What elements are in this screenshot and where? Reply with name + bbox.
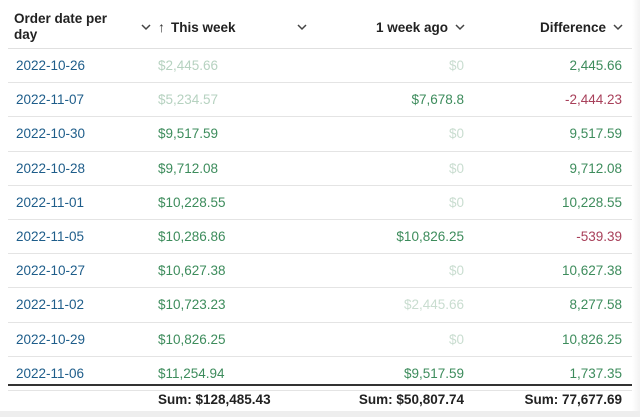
sum-difference: Sum: 77,677.69 <box>524 391 622 407</box>
column-header-label: Order date per day <box>14 11 108 42</box>
column-header-label: This week <box>171 19 236 35</box>
sum-this-week: Sum: $128,485.43 <box>158 391 271 407</box>
right-edge <box>632 0 640 417</box>
week-ago-cell: $0 <box>448 331 464 347</box>
week-ago-cell: $7,678.8 <box>411 92 464 108</box>
chevron-down-icon[interactable] <box>140 21 152 33</box>
sort-ascending-icon: ↑ <box>158 19 165 35</box>
table-row: 2022-11-01 $10,228.55 $0 10,228.55 <box>8 186 632 220</box>
this-week-cell: $10,826.25 <box>158 331 226 347</box>
table-footer: Sum: $128,485.43 Sum: $50,807.74 Sum: 77… <box>8 384 632 413</box>
date-cell[interactable]: 2022-11-02 <box>16 288 84 321</box>
column-header-label: Difference <box>539 19 606 35</box>
this-week-cell: $9,712.08 <box>158 160 219 176</box>
this-week-cell: $5,234.57 <box>158 92 219 108</box>
column-header-week-ago[interactable]: 1 week ago <box>318 6 466 48</box>
difference-cell: 10,228.55 <box>561 194 622 210</box>
table-row: 2022-10-27 $10,627.38 $0 10,627.38 <box>8 254 632 289</box>
difference-cell: 2,445.66 <box>569 58 622 73</box>
date-cell[interactable]: 2022-10-29 <box>16 323 85 356</box>
difference-cell: 9,712.08 <box>569 160 622 176</box>
difference-cell: 10,826.25 <box>561 331 622 347</box>
this-week-cell: $9,517.59 <box>158 126 219 142</box>
table-row: 2022-10-29 $10,826.25 $0 10,826.25 <box>8 323 632 357</box>
this-week-cell: $2,445.66 <box>158 58 219 73</box>
table-header: Order date per day ↑ This week 1 week ag… <box>8 6 632 49</box>
table-body: 2022-10-26 $2,445.66 $0 2,445.66 2022-11… <box>8 49 632 391</box>
this-week-cell: $10,627.38 <box>158 263 226 279</box>
week-ago-cell: $0 <box>448 194 464 210</box>
difference-cell: -539.39 <box>576 228 622 244</box>
difference-cell: 10,627.38 <box>561 263 622 279</box>
table-row: 2022-11-07 $5,234.57 $7,678.8 -2,444.23 <box>8 83 632 118</box>
table-row: 2022-10-28 $9,712.08 $0 9,712.08 <box>8 152 632 186</box>
this-week-cell: $10,286.86 <box>158 228 226 244</box>
table-widget: Order date per day ↑ This week 1 week ag… <box>0 0 640 417</box>
column-header-difference[interactable]: Difference <box>472 6 624 48</box>
chevron-down-icon[interactable] <box>612 21 624 33</box>
column-header-label: 1 week ago <box>375 19 448 35</box>
week-ago-cell: $0 <box>448 160 464 176</box>
column-header-order-date[interactable]: Order date per day <box>14 6 154 48</box>
date-cell[interactable]: 2022-11-07 <box>16 83 84 116</box>
date-cell[interactable]: 2022-10-30 <box>16 117 85 150</box>
date-cell[interactable]: 2022-11-01 <box>16 186 84 219</box>
this-week-cell: $10,228.55 <box>158 194 226 210</box>
top-edge <box>0 0 640 5</box>
week-ago-cell: $0 <box>448 58 464 73</box>
bottom-edge <box>0 411 640 417</box>
date-cell[interactable]: 2022-10-26 <box>16 49 85 82</box>
difference-cell: 8,277.58 <box>569 297 622 313</box>
table-row: 2022-10-26 $2,445.66 $0 2,445.66 <box>8 49 632 84</box>
chevron-down-icon[interactable] <box>454 21 466 33</box>
week-ago-cell: $10,826.25 <box>396 228 464 244</box>
this-week-cell: $10,723.23 <box>158 297 226 313</box>
date-cell[interactable]: 2022-10-28 <box>16 152 85 185</box>
week-ago-cell: $0 <box>448 126 464 142</box>
table-row: 2022-11-05 $10,286.86 $10,826.25 -539.39 <box>8 220 632 255</box>
chevron-down-icon[interactable] <box>296 21 308 33</box>
date-cell[interactable]: 2022-10-27 <box>16 254 85 287</box>
week-ago-cell: $2,445.66 <box>403 297 464 313</box>
table-row: 2022-10-30 $9,517.59 $0 9,517.59 <box>8 117 632 152</box>
date-cell[interactable]: 2022-11-05 <box>16 220 84 253</box>
difference-cell: 9,517.59 <box>569 126 622 142</box>
sum-week-ago: Sum: $50,807.74 <box>358 391 464 407</box>
week-ago-cell: $0 <box>448 263 464 279</box>
table-row: 2022-11-02 $10,723.23 $2,445.66 8,277.58 <box>8 288 632 323</box>
column-header-this-week[interactable]: ↑ This week <box>158 6 308 48</box>
difference-cell: -2,444.23 <box>564 92 622 108</box>
